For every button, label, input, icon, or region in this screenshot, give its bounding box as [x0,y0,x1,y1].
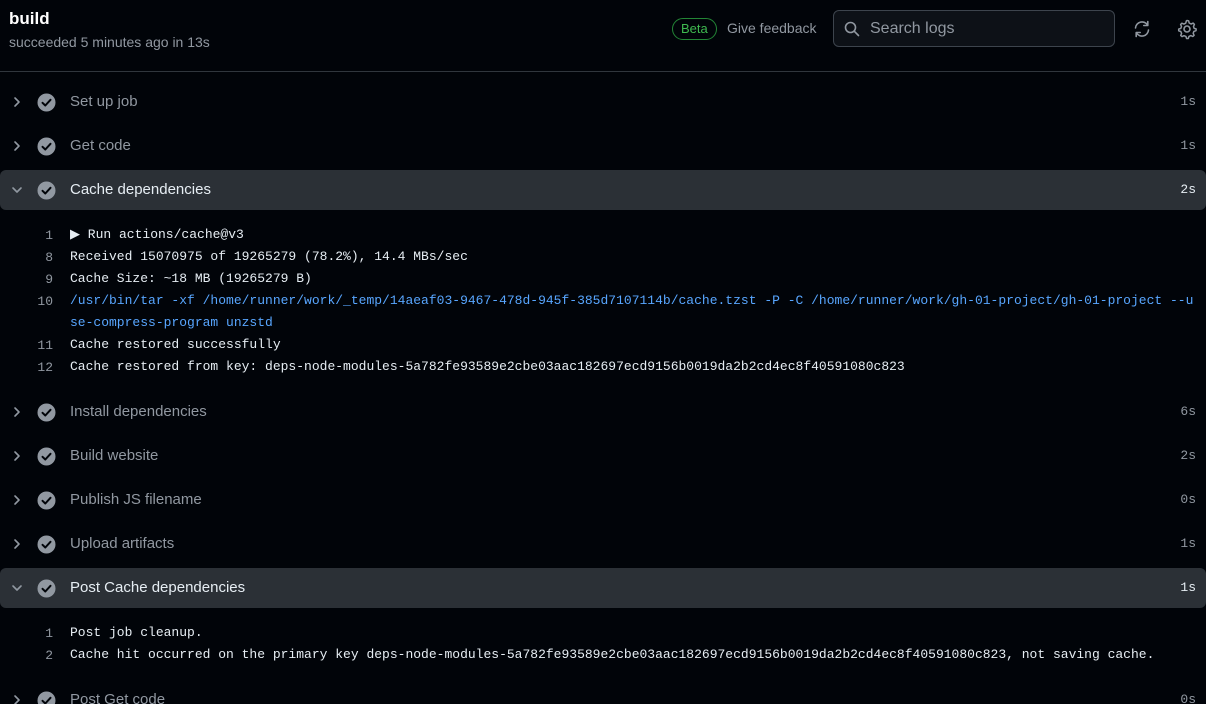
log-line-number[interactable]: 9 [0,272,53,287]
step-name: Publish JS filename [70,491,202,508]
chevron-right-icon[interactable] [10,95,24,109]
job-header: build succeeded 5 minutes ago in 13s Bet… [0,0,1206,72]
log-line-text: Cache restored from key: deps-node-modul… [70,359,905,374]
step-row[interactable]: Set up job 1s [0,80,1206,124]
gear-icon[interactable] [1176,18,1198,40]
chevron-right-icon[interactable] [10,139,24,153]
step-header[interactable]: Publish JS filename 0s [0,480,1206,520]
step-header[interactable]: Build website 2s [0,436,1206,476]
step-duration: 1s [1180,536,1196,551]
search-logs-box[interactable] [833,10,1115,47]
step-name: Post Cache dependencies [70,579,246,596]
step-header[interactable]: Set up job 1s [0,82,1206,122]
log-line: 1 Post job cleanup. [0,622,1206,644]
step-name: Install dependencies [70,403,207,420]
step-duration: 6s [1180,404,1196,419]
chevron-right-icon[interactable] [10,693,24,704]
step-header[interactable]: Post Cache dependencies 1s [0,568,1206,608]
step-log: 1 ▶ Run actions/cache@v3 8 Received 1507097… [0,212,1206,390]
log-line-text: /usr/bin/tar -xf /home/runner/work/_temp… [70,293,1194,330]
chevron-down-icon[interactable] [10,581,24,595]
step-header[interactable]: Upload artifacts 1s [0,524,1206,564]
check-circle-icon [37,403,56,422]
step-name: Post Get code [70,691,166,704]
log-line-number[interactable]: 8 [0,250,53,265]
log-line: 12 Cache restored from key: deps-node-mod… [0,356,1206,378]
step-duration: 2s [1180,182,1196,197]
beta-badge: Beta [672,18,717,40]
check-circle-icon [37,447,56,466]
chevron-right-icon[interactable] [10,493,24,507]
step-header[interactable]: Post Get code 0s [0,680,1206,704]
chevron-down-icon[interactable] [10,183,24,197]
step-header[interactable]: Get code 1s [0,126,1206,166]
step-row[interactable]: Cache dependencies 2s [0,168,1206,212]
check-circle-icon [37,491,56,510]
log-line-text: Cache hit occurred on the primary key de… [70,647,1155,662]
step-name: Set up job [70,93,138,110]
check-circle-icon [37,137,56,156]
log-line-number[interactable]: 12 [0,360,53,375]
step-row[interactable]: Build website 2s [0,434,1206,478]
step-name: Cache dependencies [70,181,211,198]
check-circle-icon [37,181,56,200]
step-header[interactable]: Install dependencies 6s [0,392,1206,432]
log-line: 9 Cache Size: ~18 MB (19265279 B) [0,268,1206,290]
log-line: 2 Cache hit occurred on the primary key d… [0,644,1206,666]
step-row[interactable]: Post Get code 0s [0,678,1206,704]
log-line: 11 Cache restored successfully [0,334,1206,356]
step-duration: 2s [1180,448,1196,463]
step-row[interactable]: Get code 1s [0,124,1206,168]
log-line-text: Received 15070975 of 19265279 (78.2%), 1… [70,249,468,264]
step-list: Set up job 1s Get code 1s Cache dependencies… [0,80,1206,704]
step-header[interactable]: Cache dependencies 2s [0,170,1206,210]
log-line-number[interactable]: 11 [0,338,53,353]
log-line-text: Post job cleanup. [70,625,203,640]
step-row[interactable]: Post Cache dependencies 1s [0,566,1206,610]
log-line-number[interactable]: 1 [0,228,53,243]
log-line-text: Cache restored successfully [70,337,281,352]
step-name: Get code [70,137,131,154]
search-icon [844,21,860,37]
log-line: 8 Received 15070975 of 19265279 (78.2%), … [0,246,1206,268]
step-duration: 1s [1180,94,1196,109]
log-line-text: ▶ Run actions/cache@v3 [70,227,244,242]
check-circle-icon [37,535,56,554]
step-duration: 1s [1180,138,1196,153]
chevron-right-icon[interactable] [10,537,24,551]
check-circle-icon [37,579,56,598]
job-title: build [9,9,50,28]
step-duration: 1s [1180,580,1196,595]
search-logs-input[interactable] [870,17,1106,41]
check-circle-icon [37,93,56,112]
step-row[interactable]: Install dependencies 6s [0,390,1206,434]
step-row[interactable]: Publish JS filename 0s [0,478,1206,522]
log-line-number[interactable]: 2 [0,648,53,663]
log-line-number[interactable]: 10 [0,294,53,309]
log-line-number[interactable]: 1 [0,626,53,641]
log-line-text: Cache Size: ~18 MB (19265279 B) [70,271,312,286]
job-status: succeeded 5 minutes ago in 13s [9,34,210,50]
chevron-right-icon[interactable] [10,449,24,463]
step-duration: 0s [1180,492,1196,507]
check-circle-icon [37,691,56,704]
step-row[interactable]: Upload artifacts 1s [0,522,1206,566]
log-line: 1 ▶ Run actions/cache@v3 [0,224,1206,246]
step-name: Build website [70,447,159,464]
refresh-icon[interactable] [1131,18,1153,40]
step-name: Upload artifacts [70,535,175,552]
log-line: 10/usr/bin/tar -xf /home/runner/work/_te… [0,290,1206,334]
step-duration: 0s [1180,692,1196,704]
give-feedback-link[interactable]: Give feedback [727,20,817,36]
chevron-right-icon[interactable] [10,405,24,419]
step-log: 1 Post job cleanup. 2 Cache hit occurred on… [0,610,1206,678]
